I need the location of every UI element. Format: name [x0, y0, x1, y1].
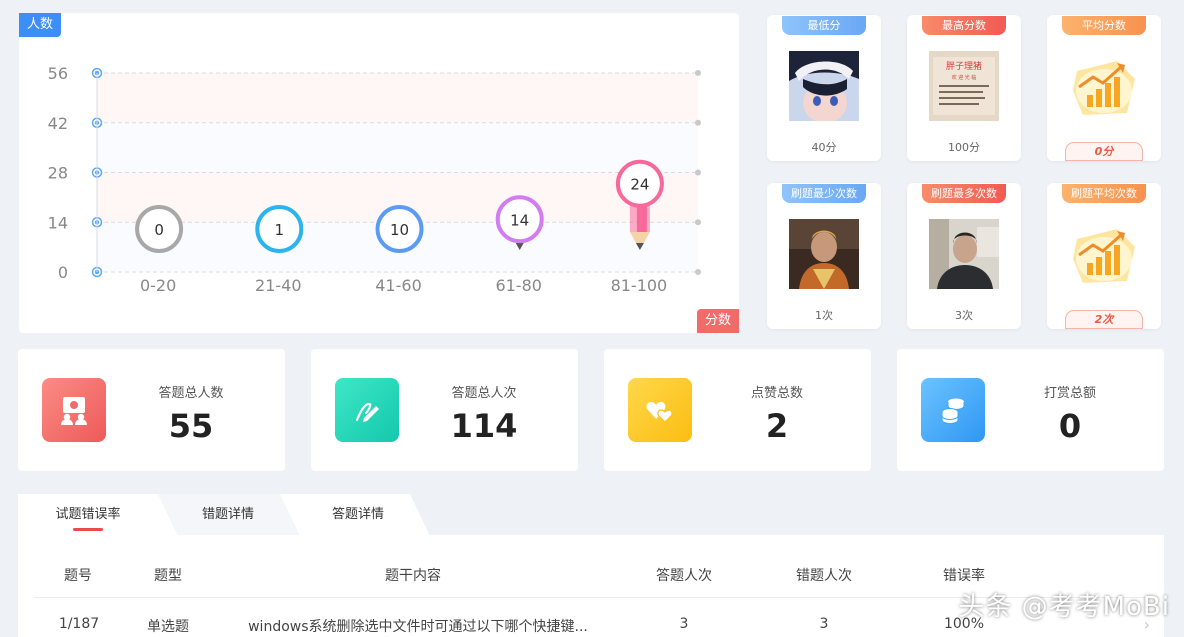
y-tick-label: 14 [48, 213, 68, 232]
stat-value: 2 [765, 407, 789, 445]
card-value: 3次 [955, 309, 973, 322]
stat-card-total-users: 答题总人数 55 [18, 349, 285, 471]
tab-error-rate[interactable]: 试题错误率 [18, 494, 158, 536]
col-header-stem: 题干内容 [385, 568, 441, 584]
summary-user-card[interactable]: 刷题平均次数 2次 [1047, 183, 1161, 329]
card-value: 40分 [811, 141, 837, 154]
chart-canvas: 0 14 28 42 56 0 0-20 1 21-40 10 41-60 14 61-80 24 81-1… [48, 64, 701, 295]
grid-band [97, 122, 698, 173]
card-badge: 刷题平均次数 [1062, 184, 1146, 203]
card-badge: 最高分数 [922, 16, 1006, 35]
people-icon [42, 378, 106, 442]
user-avatar [789, 51, 859, 121]
x-tick-label: 41-60 [375, 276, 422, 295]
card-badge: 刷题最少次数 [782, 184, 866, 203]
summary-user-card[interactable]: 最高分数胖子理猪欢 迎 光 临 100分 [907, 15, 1021, 161]
stat-label: 答题总人数 [158, 386, 224, 401]
card-value: 100分 [948, 141, 980, 154]
chart-illustration-icon [1069, 219, 1139, 289]
svg-text:欢 迎 光 临: 欢 迎 光 临 [952, 74, 977, 81]
x-tick-label: 0-20 [140, 276, 176, 295]
summary-user-card[interactable]: 刷题最少次数 1次 [767, 183, 881, 329]
tab-label: 答题详情 [331, 507, 384, 522]
summary-user-card[interactable]: 平均分数 0分 [1047, 15, 1161, 161]
chart-illustration-icon [1069, 51, 1139, 121]
x-tick-label: 21-40 [255, 276, 302, 295]
summary-user-card[interactable]: 刷题最多次数 3次 [907, 183, 1021, 329]
stat-card-total-attempts: 答题总人次 114 [311, 349, 578, 471]
x-tick-label: 61-80 [495, 276, 542, 295]
tab-label: 试题错误率 [55, 507, 121, 522]
active-tab-indicator [73, 528, 103, 531]
cell-stem: windows系统删除选中文件时可通过以下哪个快捷键... [248, 619, 588, 635]
cell-wrong: 3 [819, 616, 829, 632]
y-tick-label: 56 [48, 64, 68, 83]
data-label: 10 [390, 221, 409, 239]
y-tick-label: 42 [48, 114, 68, 133]
y-tick-label: 0 [58, 263, 68, 282]
x-tick-label: 81-100 [611, 276, 668, 295]
col-header-type: 题型 [154, 568, 182, 584]
cell-type: 单选题 [147, 619, 189, 635]
right-tick-dot [695, 269, 701, 275]
user-avatar [929, 219, 999, 289]
svg-text:胖子理猪: 胖子理猪 [946, 60, 982, 72]
stat-card-total-likes: 点赞总数 2 [604, 349, 871, 471]
hearts-icon [628, 378, 692, 442]
data-label: 14 [510, 211, 529, 229]
stat-card-total-rewards: 打赏总额 0 [897, 349, 1164, 471]
stat-value: 0 [1058, 407, 1082, 445]
right-tick-dot [695, 119, 701, 126]
stat-label: 点赞总数 [750, 386, 803, 401]
watermark: 头条 @考考MoBi [958, 592, 1170, 622]
right-tick-dot [695, 219, 701, 226]
edit-icon [335, 378, 399, 442]
user-avatar [789, 219, 859, 289]
data-label: 1 [275, 221, 285, 239]
tab-answer-details[interactable]: 答题详情 [298, 494, 418, 536]
tab-label: 错题详情 [201, 507, 254, 522]
stat-label: 答题总人次 [451, 386, 517, 401]
stat-label: 打赏总额 [1043, 386, 1096, 401]
cell-number: 1/187 [58, 616, 100, 632]
summary-user-card[interactable]: 最低分 40分 [767, 15, 881, 161]
grid-band [97, 73, 698, 123]
right-tick-dot [695, 169, 701, 176]
y-tick-label: 28 [48, 164, 68, 183]
tab-wrong-details[interactable]: 错题详情 [168, 494, 288, 536]
stat-value: 114 [450, 407, 518, 445]
col-header-error-rate: 错误率 [943, 568, 985, 584]
col-header-number: 题号 [64, 568, 92, 584]
card-value: 0分 [1065, 142, 1143, 161]
cell-attempts: 3 [679, 616, 689, 632]
coins-icon [921, 378, 985, 442]
right-tick-dot [695, 70, 701, 76]
data-label: 0 [154, 221, 164, 239]
col-header-wrong: 错题人次 [796, 568, 852, 584]
card-value: 2次 [1065, 310, 1143, 329]
card-badge: 平均分数 [1062, 16, 1146, 35]
card-value: 1次 [815, 309, 833, 322]
user-avatar: 胖子理猪欢 迎 光 临 [929, 51, 999, 121]
score-distribution-chart: 人数 0 14 28 42 56 0 0-20 1 21-40 10 41-60 14 61-80 24 8… [19, 13, 739, 333]
card-badge: 最低分 [782, 16, 866, 35]
x-axis-tag: 分数 [696, 309, 739, 333]
data-label: 24 [630, 176, 649, 194]
stat-value: 55 [168, 407, 214, 445]
col-header-attempts: 答题人次 [656, 568, 712, 584]
card-badge: 刷题最多次数 [922, 184, 1006, 203]
